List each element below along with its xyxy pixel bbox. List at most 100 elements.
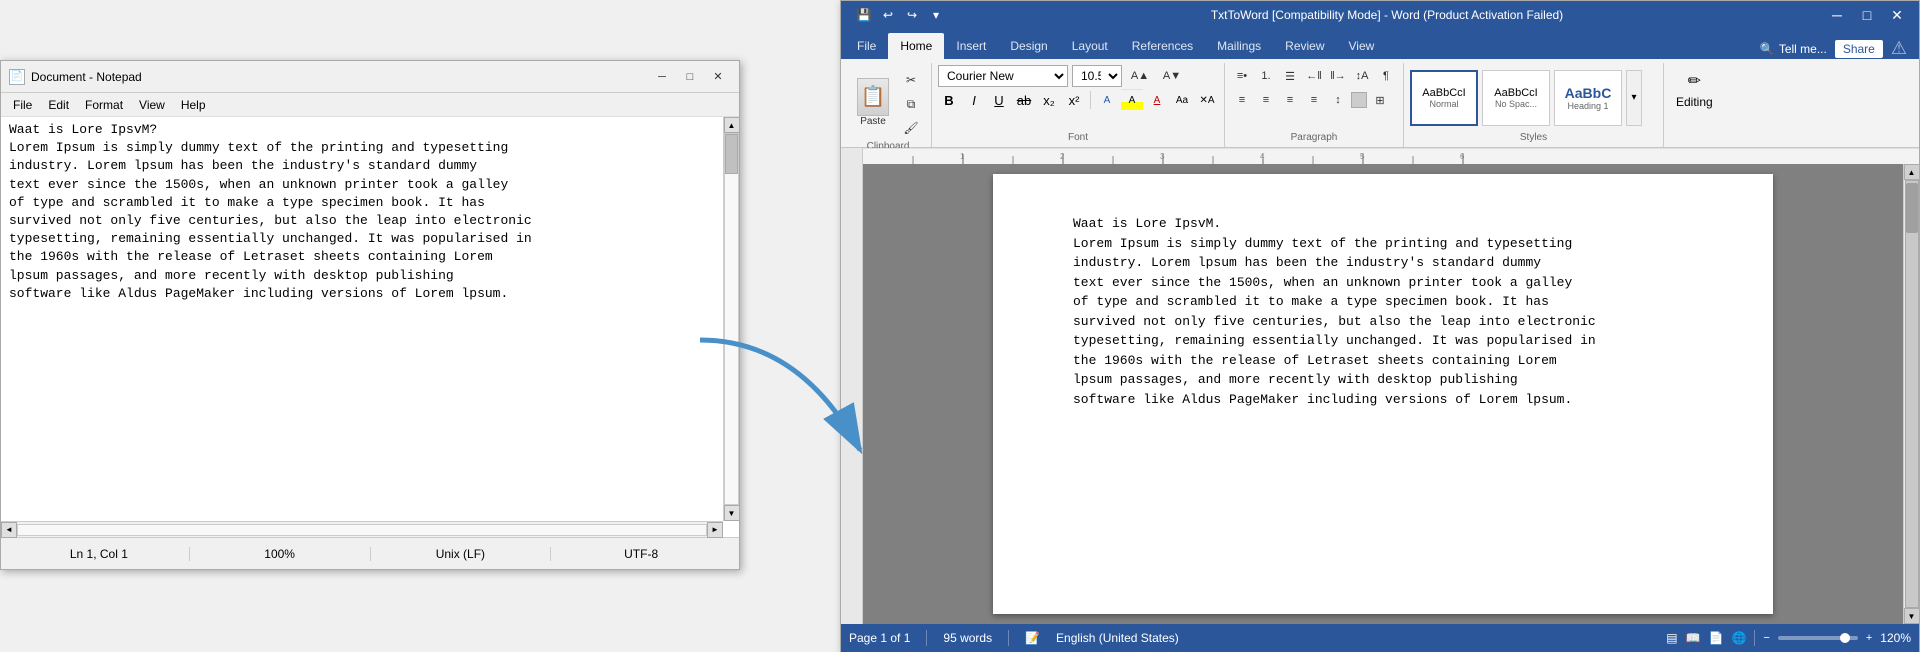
word-page-area[interactable]: Waat is Lore IpsvM. Lorem Ipsum is simpl…: [863, 164, 1903, 624]
styles-scroll-button[interactable]: ▾: [1626, 70, 1642, 126]
align-center-button[interactable]: ≡: [1255, 89, 1277, 111]
svg-text:1: 1: [960, 152, 965, 161]
word-print-layout-button[interactable]: 📄: [1709, 631, 1724, 645]
style-normal[interactable]: AaBbCcI Normal: [1410, 70, 1478, 126]
word-qat-dropdown[interactable]: ▾: [925, 4, 947, 26]
word-redo-button[interactable]: ↪: [901, 4, 923, 26]
superscript-button[interactable]: x²: [1063, 89, 1085, 111]
scroll-thumb-v[interactable]: [725, 134, 738, 174]
paste-label: Paste: [860, 116, 886, 127]
notepad-title-left: 📄 Document - Notepad: [9, 69, 142, 85]
vscroll-down-arrow[interactable]: ▼: [1904, 608, 1920, 624]
tab-references[interactable]: References: [1120, 33, 1205, 59]
bold-button[interactable]: B: [938, 89, 960, 111]
tab-review[interactable]: Review: [1273, 33, 1336, 59]
word-page-count: Page 1 of 1: [849, 631, 910, 645]
shading-button[interactable]: [1351, 92, 1367, 108]
word-save-button[interactable]: 💾: [853, 4, 875, 26]
paragraph-group-content: ≡• 1. ☰ ←‖ ‖→ ↕A ¶ ≡ ≡ ≡ ≡ ↕: [1231, 65, 1397, 130]
scroll-down-arrow[interactable]: ▼: [724, 505, 740, 521]
tab-insert[interactable]: Insert: [944, 33, 998, 59]
word-read-mode-button[interactable]: 📖: [1686, 631, 1701, 645]
word-close-button[interactable]: ✕: [1883, 4, 1911, 26]
increase-indent-button[interactable]: ‖→: [1327, 65, 1349, 87]
tell-me-label: Tell me...: [1779, 42, 1827, 56]
style-nospace[interactable]: AaBbCcI No Spac...: [1482, 70, 1550, 126]
font-size-increase-button[interactable]: A▲: [1126, 65, 1154, 87]
vscroll-track[interactable]: [1905, 180, 1919, 608]
font-label: Font: [938, 130, 1218, 145]
scroll-up-arrow[interactable]: ▲: [724, 117, 740, 133]
word-page: Waat is Lore IpsvM. Lorem Ipsum is simpl…: [993, 174, 1773, 614]
zoom-in-button[interactable]: +: [1866, 632, 1872, 644]
tab-file[interactable]: File: [845, 33, 888, 59]
notepad-status-zoom: 100%: [190, 547, 371, 561]
subscript-button[interactable]: x₂: [1038, 89, 1060, 111]
word-web-layout-button[interactable]: 🌐: [1731, 631, 1746, 645]
tell-me-button[interactable]: 🔍 Tell me...: [1760, 42, 1827, 56]
tab-design[interactable]: Design: [998, 33, 1059, 59]
word-minimize-button[interactable]: ─: [1823, 4, 1851, 26]
notepad-close-button[interactable]: ✕: [705, 67, 731, 87]
clear-formatting-button[interactable]: ✕A: [1196, 89, 1218, 111]
notepad-menu-format[interactable]: Format: [77, 96, 131, 114]
format-painter-button[interactable]: 🖌: [897, 117, 925, 139]
zoom-out-button[interactable]: −: [1763, 632, 1769, 644]
show-formatting-button[interactable]: ¶: [1375, 65, 1397, 87]
notepad-minimize-button[interactable]: ─: [649, 67, 675, 87]
page-marker: [841, 164, 845, 172]
bullets-button[interactable]: ≡•: [1231, 65, 1253, 87]
scroll-left-arrow[interactable]: ◄: [1, 522, 17, 538]
line-spacing-button[interactable]: ↕: [1327, 89, 1349, 111]
notepad-menu-file[interactable]: File: [5, 96, 40, 114]
align-right-button[interactable]: ≡: [1279, 89, 1301, 111]
multilevel-list-button[interactable]: ☰: [1279, 65, 1301, 87]
scroll-track-h[interactable]: [17, 524, 707, 536]
tab-home[interactable]: Home: [888, 33, 944, 59]
notepad-menu-help[interactable]: Help: [173, 96, 214, 114]
notepad-hscrollbar[interactable]: ◄ ►: [1, 521, 723, 537]
svg-text:3: 3: [1160, 152, 1165, 161]
cut-button[interactable]: ✂: [897, 69, 925, 91]
zoom-slider[interactable]: [1778, 636, 1858, 640]
word-vscrollbar[interactable]: ▲ ▼: [1903, 164, 1919, 624]
word-quick-access-toolbar: 💾 ↩ ↪ ▾: [849, 4, 951, 26]
paste-button[interactable]: 📋 Paste: [851, 74, 895, 131]
ribbon-body: 📋 Paste ✂ ⧉ 🖌 Clipboard Courier: [841, 59, 1919, 147]
notepad-menu-edit[interactable]: Edit: [40, 96, 77, 114]
tab-mailings[interactable]: Mailings: [1205, 33, 1273, 59]
notepad-maximize-button[interactable]: □: [677, 67, 703, 87]
strikethrough-button[interactable]: ab: [1013, 89, 1035, 111]
justify-button[interactable]: ≡: [1303, 89, 1325, 111]
sort-button[interactable]: ↕A: [1351, 65, 1373, 87]
style-heading1[interactable]: AaBbC Heading 1: [1554, 70, 1622, 126]
underline-button[interactable]: U: [988, 89, 1010, 111]
font-color-button[interactable]: A: [1146, 89, 1168, 111]
text-highlight-button[interactable]: A: [1121, 89, 1143, 111]
style-heading1-name: Heading 1: [1567, 101, 1608, 111]
font-size-decrease-button[interactable]: A▼: [1158, 65, 1186, 87]
word-document-text[interactable]: Waat is Lore IpsvM. Lorem Ipsum is simpl…: [1073, 214, 1713, 409]
share-button[interactable]: Share: [1835, 40, 1883, 58]
font-size-select[interactable]: 10.5: [1072, 65, 1122, 87]
numbering-button[interactable]: 1.: [1255, 65, 1277, 87]
italic-button[interactable]: I: [963, 89, 985, 111]
notepad-menu-view[interactable]: View: [131, 96, 173, 114]
notepad-text[interactable]: Waat is Lore IpsvM? Lorem Ipsum is simpl…: [1, 117, 723, 521]
font-name-select[interactable]: Courier New: [938, 65, 1068, 87]
align-left-button[interactable]: ≡: [1231, 89, 1253, 111]
copy-button[interactable]: ⧉: [897, 93, 925, 115]
borders-button[interactable]: ⊞: [1369, 89, 1391, 111]
decrease-indent-button[interactable]: ←‖: [1303, 65, 1325, 87]
word-layout-button[interactable]: ▤: [1666, 631, 1677, 645]
word-restore-button[interactable]: □: [1853, 4, 1881, 26]
tab-layout[interactable]: Layout: [1060, 33, 1120, 59]
word-undo-button[interactable]: ↩: [877, 4, 899, 26]
vscroll-thumb[interactable]: [1906, 183, 1918, 233]
change-case-button[interactable]: Aa: [1171, 89, 1193, 111]
warning-icon[interactable]: ⚠: [1891, 38, 1907, 59]
scroll-right-arrow[interactable]: ►: [707, 522, 723, 538]
vscroll-up-arrow[interactable]: ▲: [1904, 164, 1920, 180]
text-effects-button[interactable]: A: [1096, 89, 1118, 111]
tab-view[interactable]: View: [1337, 33, 1387, 59]
